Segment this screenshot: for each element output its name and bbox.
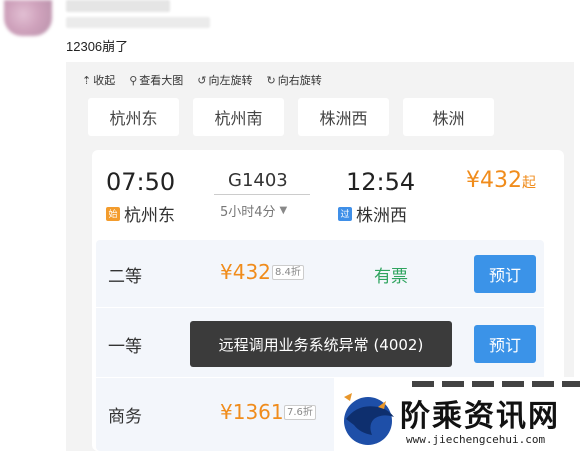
book-button[interactable]: 预订 (474, 325, 536, 363)
discount-badge: 8.4折 (272, 265, 304, 280)
collapse-button[interactable]: ⇡ 收起 (82, 72, 115, 88)
station-tabs: 杭州东 杭州南 株洲西 株洲 (88, 98, 494, 136)
arrival-station: 过 株洲西 (338, 201, 407, 226)
watermark-url: www.jiechengcehui.com (406, 433, 546, 446)
duration-text: 5小时4分 (220, 205, 276, 220)
post-text: 12306崩了 (66, 39, 129, 54)
seat-price: ¥1361 (220, 400, 284, 424)
station-tab[interactable]: 杭州南 (193, 98, 284, 136)
departure-station: 始 杭州东 (106, 201, 175, 226)
user-avatar[interactable] (4, 0, 52, 36)
collapse-icon: ⇡ (82, 73, 92, 87)
watermark-bars (412, 381, 580, 387)
station-tab[interactable]: 株洲 (403, 98, 494, 136)
chevron-down-icon: ▼ (279, 205, 288, 216)
seat-price: ¥432 (220, 260, 271, 284)
availability: 有票 (374, 267, 408, 287)
duration-toggle[interactable]: 5小时4分 ▼ (220, 201, 287, 220)
start-badge: 始 (106, 206, 120, 221)
watermark-title: 阶乘资讯网 (400, 399, 560, 434)
username-blurred (66, 0, 170, 12)
train-number: G1403 (228, 170, 288, 191)
post-meta-blurred (66, 17, 210, 28)
station-tab[interactable]: 杭州东 (88, 98, 179, 136)
rotate-right-button[interactable]: ↻ 向右旋转 (267, 72, 322, 88)
arrival-station-name: 株洲西 (356, 206, 407, 226)
departure-time: 07:50 (106, 168, 176, 196)
departure-station-name: 杭州东 (124, 206, 175, 226)
discount-badge: 7.6折 (284, 405, 316, 420)
rotate-left-button[interactable]: ↺ 向左旋转 (197, 72, 252, 88)
station-tab[interactable]: 株洲西 (298, 98, 389, 136)
error-toast: 远程调用业务系统异常 (4002) (190, 321, 452, 367)
image-toolbar: ⇡ 收起 ⚲ 查看大图 ↺ 向左旋转 ↻ 向右旋转 (82, 70, 322, 90)
seat-class: 商务 (108, 407, 142, 427)
route-line (214, 194, 310, 195)
arrival-time: 12:54 (346, 168, 416, 196)
view-large-button[interactable]: ⚲ 查看大图 (129, 72, 183, 88)
eagle-logo-icon (344, 393, 394, 445)
seat-row-second-class: 二等 ¥432 8.4折 有票 预订 (96, 240, 544, 308)
book-button[interactable]: 预订 (474, 255, 536, 293)
magnifier-icon: ⚲ (129, 73, 138, 87)
watermark: 阶乘资讯网 www.jiechengcehui.com (334, 377, 584, 451)
pass-badge: 过 (338, 206, 352, 221)
rotate-left-icon: ↺ (197, 73, 207, 87)
rotate-right-icon: ↻ (266, 73, 276, 87)
seat-class: 一等 (108, 337, 142, 357)
seat-class: 二等 (108, 267, 142, 287)
lowest-price: ¥432起 (466, 168, 536, 193)
